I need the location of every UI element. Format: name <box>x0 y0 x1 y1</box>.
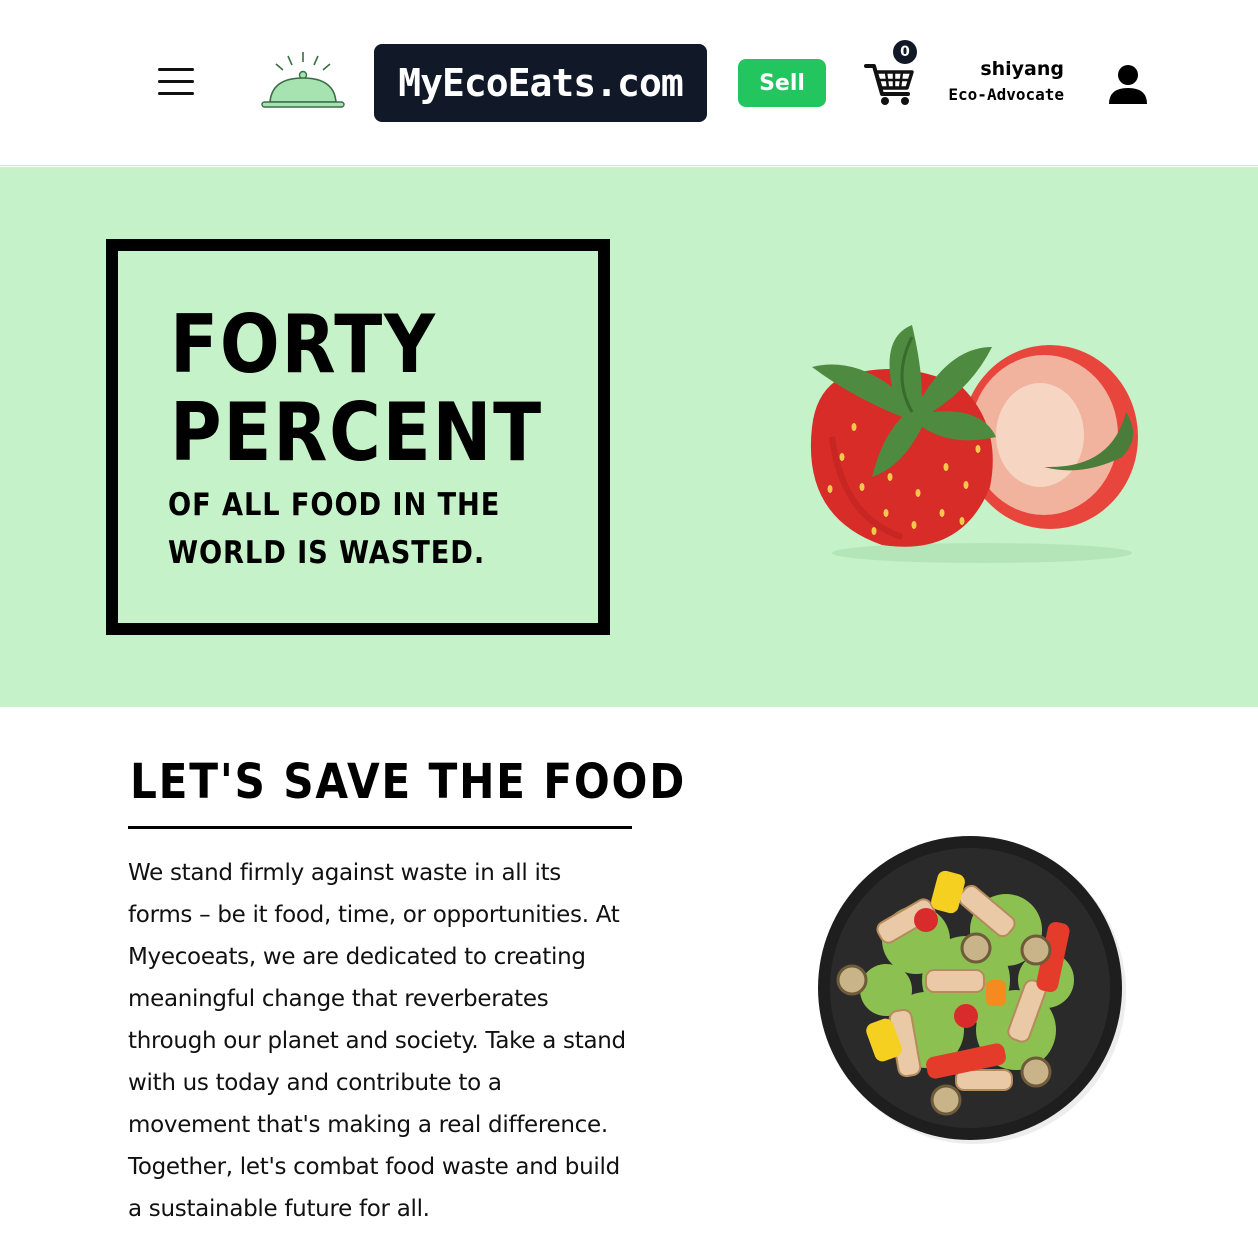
salad-plate-image <box>818 836 1126 1144</box>
site-header: MyEcoEats.com Sell 0 shiyang Eco-Advocat… <box>0 0 1258 166</box>
stat-headline-line1: FORTY <box>170 298 437 391</box>
stat-headline-line2: PERCENT <box>170 386 543 479</box>
hamburger-bar <box>158 80 194 83</box>
user-icon[interactable] <box>1106 62 1150 106</box>
mission-paragraph: We stand firmly against waste in all its… <box>128 860 626 1222</box>
title-underline <box>128 826 632 829</box>
hero-banner: FORTY PERCENT OF ALL FOOD IN THE WORLD I… <box>0 167 1258 707</box>
user-name: shiyang <box>980 58 1064 80</box>
user-role: Eco-Advocate <box>948 85 1064 104</box>
cloche-icon[interactable] <box>258 48 348 112</box>
strawberry-image <box>810 325 1138 563</box>
hamburger-bar <box>158 92 194 95</box>
food-waste-stat-box: FORTY PERCENT OF ALL FOOD IN THE WORLD I… <box>106 239 610 635</box>
brand-logo-text[interactable]: MyEcoEats.com <box>374 44 707 122</box>
user-info[interactable]: shiyang Eco-Advocate <box>930 56 1064 108</box>
hamburger-menu-icon[interactable] <box>156 66 196 98</box>
stat-subtext: OF ALL FOOD IN THE WORLD IS WASTED. <box>168 487 501 571</box>
section-title: LET'S SAVE THE FOOD <box>130 754 687 810</box>
cart-count-badge: 0 <box>893 40 917 64</box>
hamburger-bar <box>158 68 194 71</box>
sell-button[interactable]: Sell <box>738 59 826 107</box>
